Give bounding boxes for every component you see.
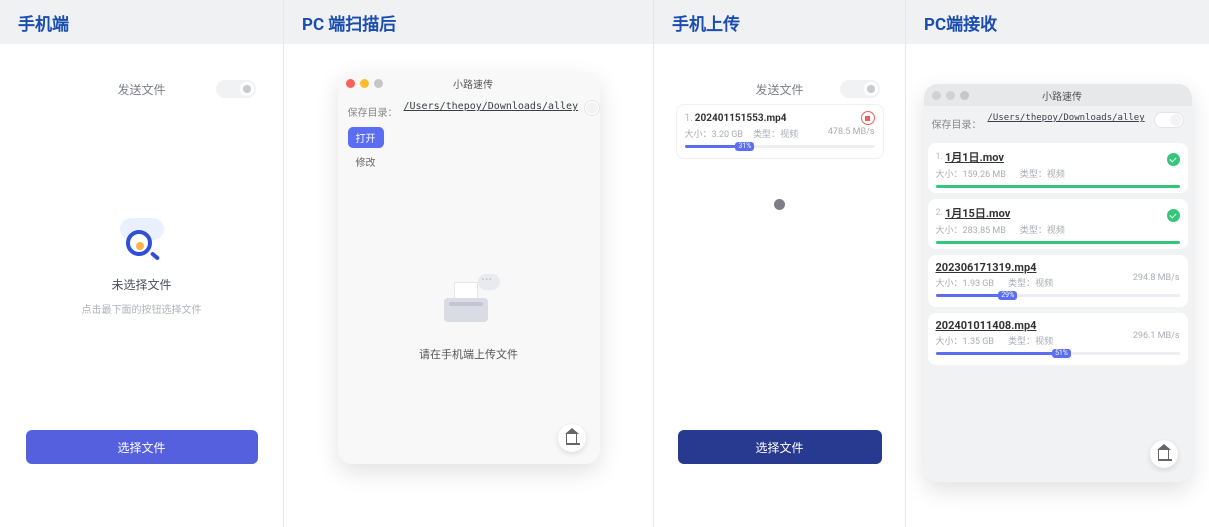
receive-file-row: 202306171319.mp4 大小：1.93 GB 类型：视频 294.8 MB/… bbox=[928, 255, 1188, 307]
choose-file-button[interactable]: 选择文件 bbox=[26, 430, 258, 464]
file-size: 283.85 MB bbox=[963, 226, 1006, 236]
theme-toggle[interactable] bbox=[840, 80, 880, 98]
home-icon bbox=[566, 433, 577, 444]
window-minimize-icon[interactable] bbox=[946, 91, 955, 100]
column-pc-receive: PC端接收 小路速传 保存目录： /Users/thepoy/Downloads… bbox=[906, 0, 1209, 527]
window-close-icon[interactable] bbox=[346, 79, 355, 88]
window-minimize-icon[interactable] bbox=[360, 79, 369, 88]
file-type-label: 类型： bbox=[1008, 337, 1035, 347]
receive-file-row: 202401011408.mp4 大小：1.35 GB 类型：视频 296.1 MB/… bbox=[928, 313, 1188, 365]
empty-title: 未选择文件 bbox=[111, 276, 171, 293]
file-name: 202401151553.mp4 bbox=[695, 113, 861, 124]
file-size: 3.20 GB bbox=[712, 130, 744, 140]
file-size-label: 大小： bbox=[936, 226, 963, 236]
loading-indicator-icon bbox=[774, 199, 785, 210]
file-size-label: 大小： bbox=[936, 337, 963, 347]
theme-toggle[interactable] bbox=[584, 100, 600, 116]
upload-file-row: 1. 202401151553.mp4 大小：3.20 GB 类型：视频 478… bbox=[676, 104, 884, 159]
home-icon bbox=[1158, 449, 1169, 460]
mobile-send-card: 发送文件 未选择文件 点击最下面的按钮选择文件 选择文件 bbox=[18, 72, 266, 472]
upload-speed: 478.5 MB/s bbox=[828, 127, 875, 137]
mobile-upload-title: 发送文件 bbox=[720, 81, 840, 98]
column-pc-scan: PC 端扫描后 小路速传 保存目录： /Users/thepoy/Downloa… bbox=[284, 0, 654, 527]
open-button[interactable]: 打开 bbox=[348, 127, 384, 148]
file-type: 视频 bbox=[1035, 337, 1053, 347]
sun-icon bbox=[867, 85, 875, 93]
file-index: 2. bbox=[936, 208, 943, 218]
save-dir-label: 保存目录： bbox=[932, 112, 982, 131]
file-size: 159.26 MB bbox=[963, 170, 1006, 180]
file-type-label: 类型： bbox=[1008, 279, 1035, 289]
file-name[interactable]: 1月15日.mov bbox=[945, 205, 1010, 221]
column-header: PC 端扫描后 bbox=[284, 0, 653, 44]
mobile-upload-card: 发送文件 1. 202401151553.mp4 大小：3.20 GB 类型：视… bbox=[670, 72, 890, 472]
progress-percent: 29% bbox=[998, 291, 1017, 300]
theme-toggle[interactable] bbox=[216, 80, 256, 98]
window-title: 小路速传 bbox=[383, 76, 564, 91]
progress-bar bbox=[936, 241, 1180, 244]
window-title: 小路速传 bbox=[969, 88, 1156, 103]
upload-illustration-icon bbox=[434, 274, 504, 334]
file-size: 1.93 GB bbox=[963, 279, 995, 289]
receive-file-row: 1.1月1日.mov 大小：159.26 MB 类型：视频 bbox=[928, 143, 1188, 193]
modify-button[interactable]: 修改 bbox=[348, 152, 600, 171]
choose-file-button[interactable]: 选择文件 bbox=[678, 430, 882, 464]
file-type-label: 类型： bbox=[753, 130, 780, 140]
window-close-icon[interactable] bbox=[932, 91, 941, 100]
theme-toggle[interactable] bbox=[1154, 112, 1184, 128]
window-zoom-icon[interactable] bbox=[960, 91, 969, 100]
file-name[interactable]: 202401011408.mp4 bbox=[936, 319, 1037, 332]
progress-percent: 51% bbox=[1052, 349, 1071, 358]
save-dir-path[interactable]: /Users/thepoy/Downloads/alley bbox=[404, 100, 579, 114]
column-mobile-upload: 手机上传 发送文件 1. 202401151553.mp4 大小：3.20 GB bbox=[654, 0, 906, 527]
sun-icon bbox=[1170, 114, 1182, 126]
pc-empty-text: 请在手机端上传文件 bbox=[419, 346, 518, 362]
search-illustration-icon bbox=[114, 212, 170, 268]
progress-bar bbox=[936, 352, 1060, 355]
file-size: 1.35 GB bbox=[963, 337, 995, 347]
save-dir-label: 保存目录： bbox=[348, 100, 398, 119]
file-type: 视频 bbox=[1047, 226, 1065, 236]
file-size-label: 大小： bbox=[936, 279, 963, 289]
file-index: 1. bbox=[685, 113, 693, 124]
home-button[interactable] bbox=[558, 424, 586, 452]
check-complete-icon bbox=[1167, 209, 1180, 222]
file-type: 视频 bbox=[780, 130, 798, 140]
receive-file-row: 2.1月15日.mov 大小：283.85 MB 类型：视频 bbox=[928, 199, 1188, 249]
file-type: 视频 bbox=[1047, 170, 1065, 180]
mobile-send-title: 发送文件 bbox=[68, 81, 216, 98]
sun-icon bbox=[243, 85, 251, 93]
pc-receive-window: 小路速传 保存目录： /Users/thepoy/Downloads/alley… bbox=[924, 84, 1192, 482]
progress-bar bbox=[936, 294, 1007, 297]
file-index: 1. bbox=[936, 152, 943, 162]
home-button[interactable] bbox=[1150, 440, 1178, 468]
progress-bar bbox=[936, 185, 1180, 188]
sun-icon bbox=[586, 102, 598, 114]
file-size-label: 大小： bbox=[936, 170, 963, 180]
empty-subtitle: 点击最下面的按钮选择文件 bbox=[82, 301, 202, 316]
file-size-label: 大小： bbox=[685, 130, 712, 140]
file-type-label: 类型： bbox=[1020, 226, 1047, 236]
file-type-label: 类型： bbox=[1020, 170, 1047, 180]
download-speed: 294.8 MB/s bbox=[1133, 273, 1180, 283]
file-type: 视频 bbox=[1035, 279, 1053, 289]
window-zoom-icon[interactable] bbox=[374, 79, 383, 88]
column-header: PC端接收 bbox=[906, 0, 1209, 44]
file-name[interactable]: 1月1日.mov bbox=[945, 149, 1004, 165]
pc-scan-window: 小路速传 保存目录： /Users/thepoy/Downloads/alley… bbox=[338, 72, 600, 464]
progress-percent: 31% bbox=[735, 142, 754, 151]
column-header: 手机上传 bbox=[654, 0, 905, 44]
save-dir-path[interactable]: /Users/thepoy/Downloads/alley bbox=[988, 112, 1148, 125]
column-mobile-send: 手机端 发送文件 未选择文件 点击最下面的按钮选择文件 选择文件 bbox=[0, 0, 284, 527]
stop-upload-icon[interactable] bbox=[861, 111, 875, 125]
check-complete-icon bbox=[1167, 153, 1180, 166]
file-name[interactable]: 202306171319.mp4 bbox=[936, 261, 1037, 274]
column-header: 手机端 bbox=[0, 0, 283, 44]
download-speed: 296.1 MB/s bbox=[1133, 331, 1180, 341]
